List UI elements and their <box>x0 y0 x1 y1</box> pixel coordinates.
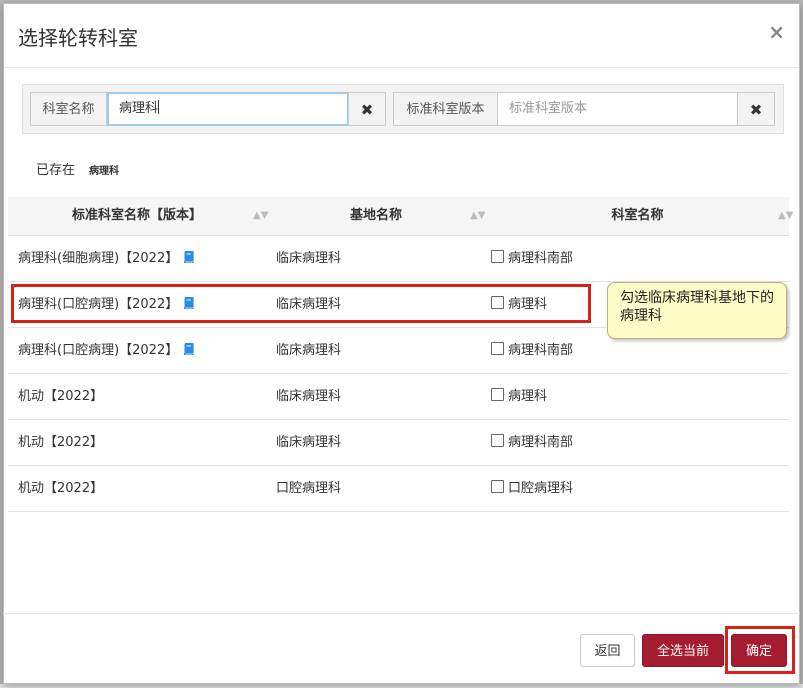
std-dept-text: 病理科(细胞病理)【2022】 <box>18 251 179 266</box>
dept-checkbox[interactable] <box>491 434 504 447</box>
dept-checkbox[interactable] <box>491 250 504 263</box>
dept-table: 标准科室名称【版本】 ▲▼ 基地名称 ▲▼ 科室名称 ▲▼ 病理科(细胞病理)【… <box>8 197 793 512</box>
dept-checkbox-label[interactable]: 病理科 <box>491 385 547 404</box>
base-name-cell: 口腔病理科 <box>276 481 342 496</box>
dept-name-text: 病理科南部 <box>508 343 574 358</box>
dialog-header: 选择轮转科室 × <box>4 4 799 68</box>
table-header: 标准科室名称【版本】 ▲▼ 基地名称 ▲▼ 科室名称 ▲▼ <box>8 197 793 236</box>
table-row: 机动【2022】 临床病理科 病理科 <box>8 374 789 420</box>
book-icon[interactable] <box>183 251 194 263</box>
dept-checkbox[interactable] <box>491 342 504 355</box>
dept-checkbox-label[interactable]: 病理科南部 <box>491 431 573 450</box>
sort-icon[interactable]: ▲▼ <box>778 197 793 235</box>
existing-label: 已存在 <box>36 163 76 178</box>
instruction-callout: 勾选临床病理科基地下的病理科 <box>607 282 787 339</box>
dept-name-text: 病理科南部 <box>508 251 574 266</box>
dept-checkbox[interactable] <box>491 296 504 309</box>
select-all-current-button[interactable]: 全选当前 <box>642 634 724 667</box>
std-version-placeholder: 标准科室版本 <box>509 101 588 116</box>
book-icon[interactable] <box>183 343 194 355</box>
dept-name-text: 病理科南部 <box>508 435 574 450</box>
text-caret <box>158 100 160 114</box>
table-row: 机动【2022】 临床病理科 病理科南部 <box>8 420 789 466</box>
dept-checkbox-label[interactable]: 病理科 <box>491 293 547 312</box>
std-version-input[interactable]: 标准科室版本 <box>497 92 738 126</box>
std-dept-text: 机动【2022】 <box>18 389 104 404</box>
base-name-cell: 临床病理科 <box>276 435 342 450</box>
table-row: 病理科(细胞病理)【2022】 临床病理科 病理科南部 <box>8 236 789 282</box>
existing-line: 已存在 病理科 <box>36 159 119 178</box>
std-dept-cell: 机动【2022】 <box>18 420 103 466</box>
std-dept-text: 机动【2022】 <box>18 481 104 496</box>
sort-icon[interactable]: ▲▼ <box>470 197 485 235</box>
dept-name-input[interactable]: 病理科 <box>107 92 349 126</box>
dept-checkbox[interactable] <box>491 480 504 493</box>
table-body: 病理科(细胞病理)【2022】 临床病理科 病理科南部 病理科(口腔病理)【2022】… <box>8 236 789 512</box>
std-version-label: 标准科室版本 <box>393 92 498 126</box>
std-dept-text: 机动【2022】 <box>18 435 104 450</box>
base-name-cell: 临床病理科 <box>276 343 342 358</box>
search-panel: 科室名称 病理科 ✖ 标准科室版本 标准科室版本 ✖ <box>22 84 784 134</box>
close-icon[interactable]: × <box>768 20 785 44</box>
std-dept-cell: 病理科(口腔病理)【2022】 <box>18 328 194 374</box>
dept-checkbox-label[interactable]: 口腔病理科 <box>491 477 573 496</box>
base-name-cell: 临床病理科 <box>276 251 342 266</box>
confirm-button[interactable]: 确定 <box>731 634 787 667</box>
clear-dept-name-button[interactable]: ✖ <box>348 92 386 126</box>
dept-name-text: 病理科 <box>508 389 548 404</box>
existing-dept-tag: 病理科 <box>89 166 120 177</box>
table-row: 机动【2022】 口腔病理科 口腔病理科 <box>8 466 789 512</box>
std-dept-cell: 机动【2022】 <box>18 374 103 420</box>
std-dept-text: 病理科(口腔病理)【2022】 <box>18 297 179 312</box>
dept-name-text: 口腔病理科 <box>508 481 574 496</box>
std-dept-cell: 机动【2022】 <box>18 466 103 512</box>
std-dept-cell: 病理科(细胞病理)【2022】 <box>18 236 194 282</box>
book-icon[interactable] <box>183 297 194 309</box>
dept-name-text: 病理科 <box>508 297 548 312</box>
dept-checkbox[interactable] <box>491 388 504 401</box>
dept-name-value: 病理科 <box>119 101 159 116</box>
dept-checkbox-label[interactable]: 病理科南部 <box>491 247 573 266</box>
col-std-dept[interactable]: 标准科室名称【版本】 <box>8 197 266 235</box>
clear-std-version-button[interactable]: ✖ <box>737 92 775 126</box>
dept-checkbox-label[interactable]: 病理科南部 <box>491 339 573 358</box>
std-dept-cell: 病理科(口腔病理)【2022】 <box>18 282 194 328</box>
dept-name-label: 科室名称 <box>30 92 107 126</box>
col-base-name[interactable]: 基地名称 <box>266 197 486 235</box>
base-name-cell: 临床病理科 <box>276 297 342 312</box>
back-button[interactable]: 返回 <box>580 634 635 667</box>
col-dept-name[interactable]: 科室名称 <box>486 197 789 235</box>
std-dept-text: 病理科(口腔病理)【2022】 <box>18 343 179 358</box>
backdrop-bottom <box>0 684 803 688</box>
dialog-title: 选择轮转科室 <box>18 26 138 50</box>
base-name-cell: 临床病理科 <box>276 389 342 404</box>
